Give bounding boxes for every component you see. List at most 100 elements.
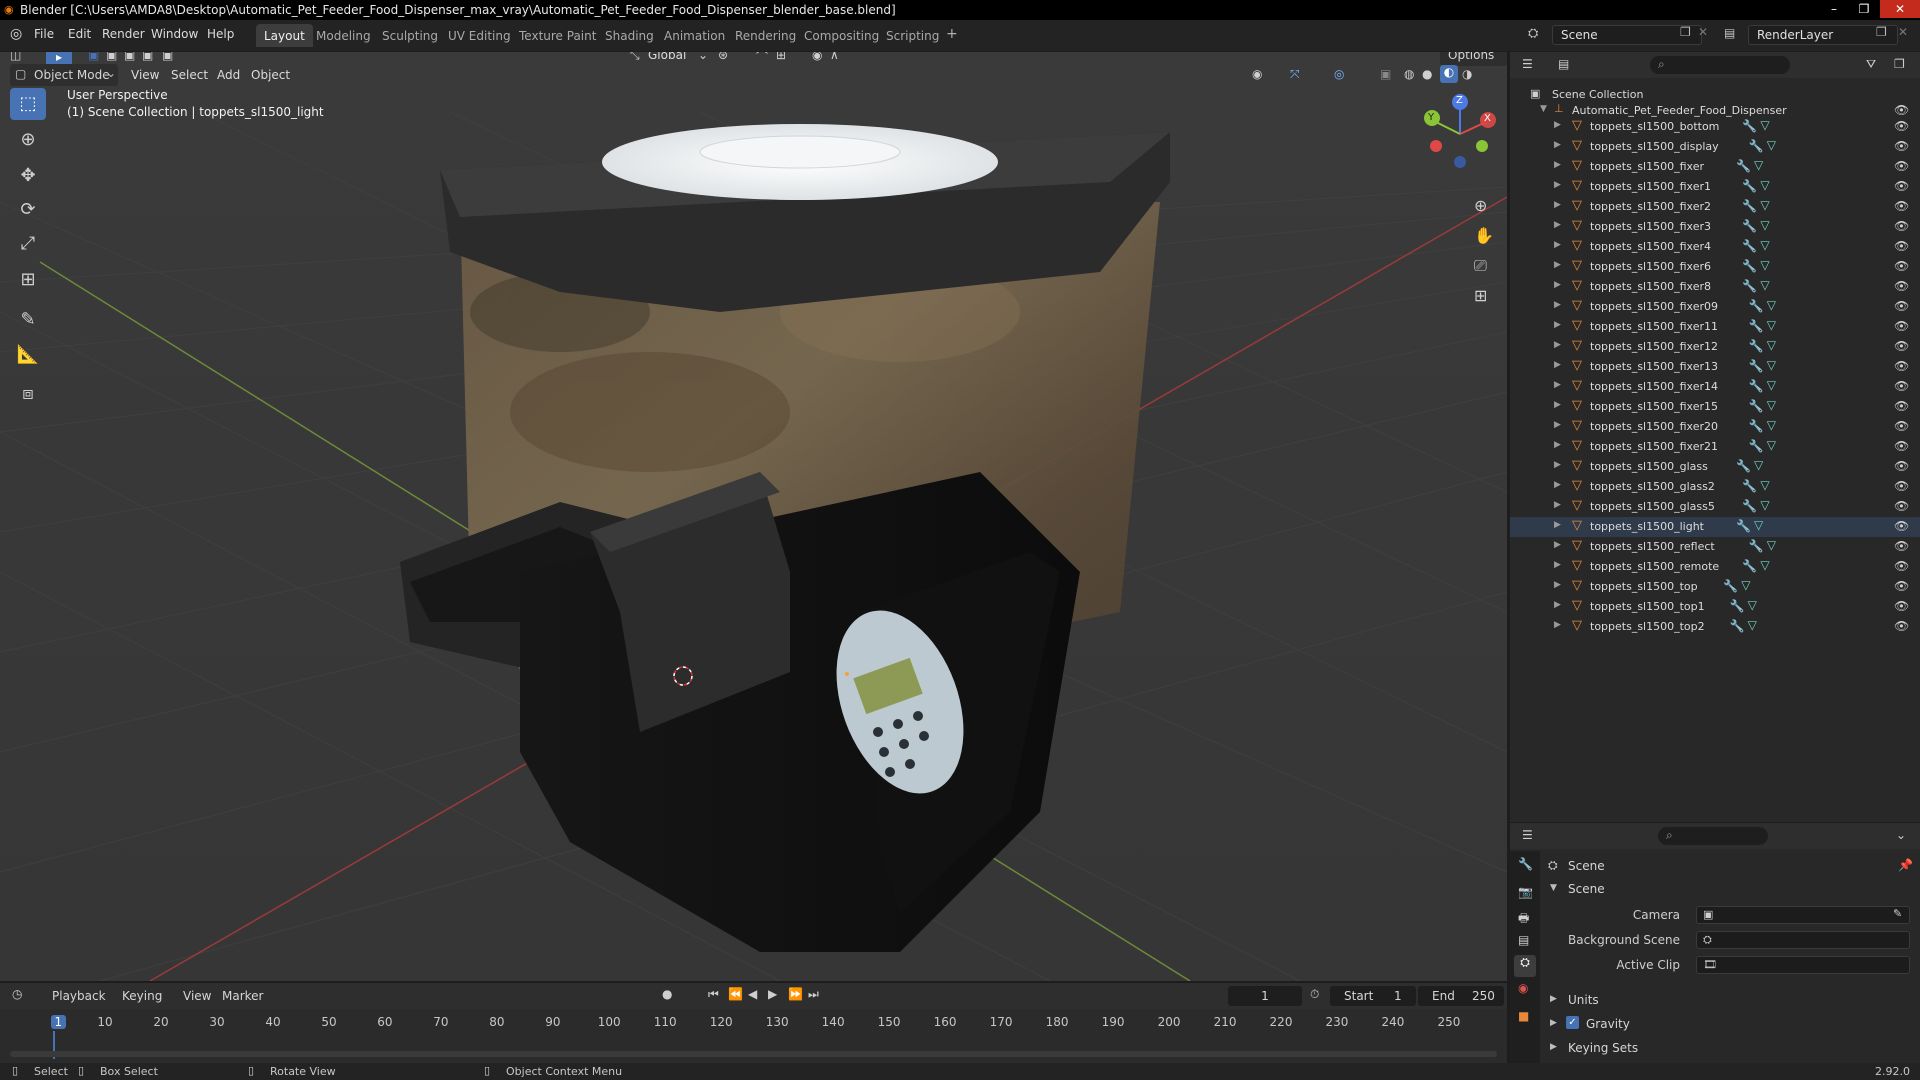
transform-tool-icon[interactable]: ⊞: [10, 264, 46, 296]
eye-icon[interactable]: 👁: [1894, 379, 1909, 393]
modifier-icon[interactable]: 🔧: [1730, 619, 1745, 633]
menu-window[interactable]: Window: [151, 27, 198, 41]
select-mode-new-icon[interactable]: ▣: [88, 52, 99, 62]
view-layer-icon[interactable]: ▤: [1724, 26, 1735, 40]
output-tab-icon[interactable]: 🖶: [1518, 909, 1529, 930]
jump-start-icon[interactable]: ⏮: [708, 987, 719, 1002]
object-name[interactable]: toppets_sl1500_glass5: [1590, 500, 1715, 513]
mesh-data-icon[interactable]: ▽: [1767, 418, 1776, 432]
expand-arrow-icon[interactable]: ▶: [1554, 420, 1561, 430]
object-name[interactable]: toppets_sl1500_top1: [1590, 600, 1705, 613]
expand-arrow-icon[interactable]: ▶: [1554, 400, 1561, 410]
object-name[interactable]: toppets_sl1500_fixer6: [1590, 260, 1711, 273]
menu-file[interactable]: File: [34, 27, 54, 41]
outliner-object-row[interactable]: ▶ ▽ toppets_sl1500_fixer1 🔧 ▽ 👁: [1510, 177, 1920, 197]
viewport-scene[interactable]: [0, 52, 1507, 981]
expand-arrow-icon[interactable]: ▶: [1554, 160, 1561, 170]
modifier-icon[interactable]: 🔧: [1742, 239, 1757, 253]
eye-icon[interactable]: 👁: [1894, 539, 1909, 553]
outliner-object-row[interactable]: ▶ ▽ toppets_sl1500_fixer2 🔧 ▽ 👁: [1510, 197, 1920, 217]
expand-arrow-icon[interactable]: ▶: [1554, 600, 1561, 610]
gravity-checkbox[interactable]: ✓: [1566, 1016, 1579, 1029]
modifier-icon[interactable]: 🔧: [1742, 559, 1757, 573]
options-dropdown[interactable]: Options ⌄: [1440, 52, 1507, 76]
timeline-editor-icon[interactable]: ◷: [12, 987, 22, 1001]
collapsed-arrow-icon[interactable]: ▶: [1550, 994, 1557, 1004]
solid-shading-icon[interactable]: ●: [1422, 67, 1432, 81]
modifier-icon[interactable]: 🔧: [1742, 279, 1757, 293]
eye-icon[interactable]: 👁: [1894, 599, 1909, 613]
blender-menu-icon[interactable]: ◎: [10, 26, 22, 42]
playhead[interactable]: 1: [50, 1015, 67, 1029]
snap-target-icon[interactable]: ⊞: [776, 52, 786, 62]
object-name[interactable]: toppets_sl1500_fixer4: [1590, 240, 1711, 253]
menu-help[interactable]: Help: [207, 27, 234, 41]
eye-icon[interactable]: 👁: [1894, 419, 1909, 433]
tab-compositing[interactable]: Compositing: [796, 24, 887, 47]
object-name[interactable]: toppets_sl1500_display: [1590, 140, 1719, 153]
modifier-icon[interactable]: 🔧: [1742, 259, 1757, 273]
next-keyframe-icon[interactable]: ⏩: [788, 987, 803, 1001]
tab-sculpting[interactable]: Sculpting: [374, 24, 446, 47]
falloff-icon[interactable]: ∧: [830, 52, 839, 62]
object-name[interactable]: toppets_sl1500_remote: [1590, 560, 1719, 573]
mesh-data-icon[interactable]: ▽: [1767, 438, 1776, 452]
mesh-data-icon[interactable]: ▽: [1754, 158, 1763, 172]
modifier-icon[interactable]: 🔧: [1749, 319, 1764, 333]
eye-icon[interactable]: 👁: [1894, 559, 1909, 573]
object-name[interactable]: toppets_sl1500_fixer8: [1590, 280, 1711, 293]
visibility-filter-icon[interactable]: ◉: [1252, 67, 1262, 81]
object-name[interactable]: toppets_sl1500_fixer09: [1590, 300, 1718, 313]
expand-arrow-icon[interactable]: ▶: [1554, 560, 1561, 570]
mesh-data-icon[interactable]: ▽: [1754, 518, 1763, 532]
eye-icon[interactable]: 👁: [1894, 119, 1909, 133]
mesh-data-icon[interactable]: ▽: [1741, 578, 1750, 592]
outliner-object-row[interactable]: ▶ ▽ toppets_sl1500_bottom 🔧 ▽ 👁: [1510, 117, 1920, 137]
mesh-data-icon[interactable]: ▽: [1767, 358, 1776, 372]
expand-arrow-icon[interactable]: ▶: [1554, 360, 1561, 370]
object-name[interactable]: toppets_sl1500_fixer15: [1590, 400, 1718, 413]
select-mode-extend-icon[interactable]: ▣: [106, 52, 117, 62]
new-scene-icon[interactable]: ❐: [1680, 25, 1691, 39]
modifier-icon[interactable]: 🔧: [1736, 519, 1751, 533]
current-frame-field[interactable]: 1: [1228, 986, 1302, 1006]
measure-tool-icon[interactable]: 📐: [10, 339, 46, 371]
stopwatch-icon[interactable]: ⏱: [1310, 987, 1319, 1002]
maximize-button[interactable]: ❐: [1850, 0, 1878, 18]
collapsed-arrow-icon[interactable]: ▶: [1550, 1018, 1557, 1028]
mesh-data-icon[interactable]: ▽: [1760, 478, 1769, 492]
tab-modeling[interactable]: Modeling: [308, 24, 379, 47]
outliner-object-row[interactable]: ▶ ▽ toppets_sl1500_fixer20 🔧 ▽ 👁: [1510, 417, 1920, 437]
zoom-icon[interactable]: ⊕: [1474, 196, 1487, 215]
transform-orientation-icon[interactable]: ⤡: [630, 52, 640, 63]
outliner-object-row[interactable]: ▶ ▽ toppets_sl1500_fixer11 🔧 ▽ 👁: [1510, 317, 1920, 337]
tab-rendering[interactable]: Rendering: [727, 24, 804, 47]
select-box-tool-icon[interactable]: ⬚: [10, 88, 46, 120]
modifier-icon[interactable]: 🔧: [1736, 159, 1751, 173]
outliner-object-row[interactable]: ▶ ▽ toppets_sl1500_fixer13 🔧 ▽ 👁: [1510, 357, 1920, 377]
outliner-object-row[interactable]: ▶ ▽ toppets_sl1500_glass5 🔧 ▽ 👁: [1510, 497, 1920, 517]
modifier-icon[interactable]: 🔧: [1723, 579, 1738, 593]
add-workspace-button[interactable]: +: [946, 26, 958, 42]
mesh-data-icon[interactable]: ▽: [1767, 538, 1776, 552]
outliner-search-input[interactable]: ⌕: [1650, 56, 1790, 74]
modifier-icon[interactable]: 🔧: [1749, 439, 1764, 453]
active-clip-field[interactable]: 🎞: [1696, 956, 1910, 974]
perspective-toggle-icon[interactable]: ⊞: [1474, 286, 1487, 305]
editor-type-icon[interactable]: ◫: [10, 52, 21, 62]
modifier-icon[interactable]: 🔧: [1749, 359, 1764, 373]
keying-sets-panel-title[interactable]: Keying Sets: [1568, 1041, 1638, 1055]
modifier-icon[interactable]: 🔧: [1749, 139, 1764, 153]
properties-search-input[interactable]: ⌕: [1658, 827, 1768, 845]
rendered-shading-icon[interactable]: ◑: [1462, 67, 1472, 81]
modifier-icon[interactable]: 🔧: [1749, 419, 1764, 433]
expand-arrow-icon[interactable]: ▶: [1554, 300, 1561, 310]
menu-edit[interactable]: Edit: [68, 27, 91, 41]
start-frame-field[interactable]: Start 1: [1330, 986, 1416, 1006]
eye-icon[interactable]: 👁: [1894, 259, 1909, 273]
eye-icon[interactable]: 👁: [1894, 159, 1909, 173]
mesh-data-icon[interactable]: ▽: [1748, 598, 1757, 612]
overlay-toggle-icon[interactable]: ◎: [1334, 67, 1344, 81]
tab-scripting[interactable]: Scripting: [878, 24, 947, 47]
object-name[interactable]: toppets_sl1500_fixer21: [1590, 440, 1718, 453]
